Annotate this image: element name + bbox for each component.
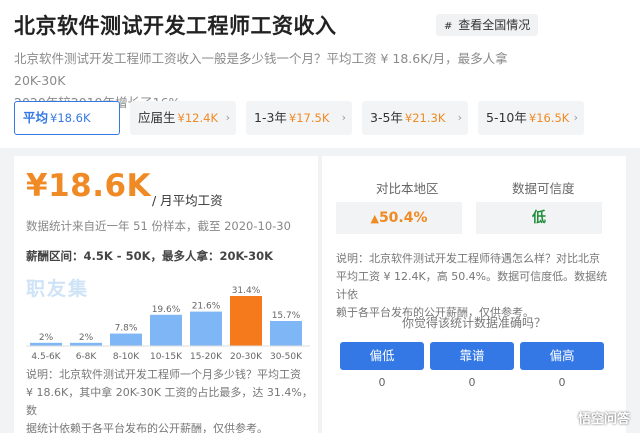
chart-desc-line: 说明：北京软件测试开发工程师一个月多少钱？平均工资 [26,368,301,381]
chart-desc-line: 据统计依赖于各平台发布的公开薪酬，仅供参考。 [26,422,268,433]
view-national-link[interactable]: # 查看全国情况 [436,14,539,36]
category-label: 4.5-6K [31,352,61,362]
compare-desc-line: 说明：北京软件测试开发工程师待遇怎么样？对比北京 [336,252,600,265]
bar-value-label: 31.4% [232,286,261,296]
chevron-right-icon: › [457,111,462,124]
summary-line-1: 北京软件测试开发工程师工资收入一般是多少钱一个月？平均工资 ¥ 18.6K/月，… [14,51,508,88]
chart-desc-line: ¥ 18.6K，其中拿 20K-30K 工资的占比最多，达 31.4%，数 [26,386,313,417]
tab-value: ¥16.5K [528,111,570,125]
vote-high-count: 0 [558,376,566,389]
tab-value: ¥12.4K [177,111,218,125]
bar-15-20K [190,311,222,346]
local-compare-header: 对比本地区 [376,181,439,196]
salary-card: ¥18.6K / 月平均工资 数据统计来自近一年 51 份样本，截至 2020-… [14,156,318,433]
wukong-watermark-text: 悟空问答 [577,412,630,427]
bar-30-50K [270,321,302,346]
tab-label: 5-10年 [486,110,527,125]
category-label: 15-20K [190,352,223,362]
tab-label: 平均 [23,110,49,125]
tab-value: ¥21.3K [404,111,446,125]
compare-desc-line: 平均工资 ¥ 12.4K，高 50.4%。数据可信度低。数据统计依 [336,270,608,301]
chevron-right-icon: › [341,111,346,124]
category-label: 10-15K [150,352,183,362]
sample-note: 数据统计来自近一年 51 份样本，截至 2020-10-30 [26,219,291,233]
average-salary-unit: / 月平均工资 [152,193,223,208]
vote-low-count: 0 [378,376,386,389]
bar-8-10K [110,333,142,346]
tab-label: 3-5年 [370,110,403,125]
bar-value-label: 7.8% [115,324,138,334]
trust-header: 数据可信度 [512,181,575,196]
bar-10-15K [150,314,182,346]
category-label: 6-8K [76,352,98,362]
bar-20-30K [230,296,262,346]
trust-value: 低 [476,202,602,234]
tab-1-3-years[interactable]: 1-3年 ¥17.5K › [246,101,352,135]
tab-label: 应届生 [138,110,176,125]
page-title: 北京软件测试开发工程师工资收入 [14,14,337,38]
bar-value-label: 2% [39,333,54,343]
compare-card: 对比本地区 数据可信度 ▲50.4% 低 说明：北京软件测试开发工程师待遇怎么样… [322,156,626,433]
hash-icon: # [444,21,453,32]
bar-value-label: 15.7% [272,311,301,321]
wukong-watermark: 悟空问答 [559,408,630,427]
vote-accurate-count: 0 [468,376,476,389]
vote-low-button[interactable]: 偏低 [340,342,424,370]
tab-value: ¥17.5K [288,111,330,125]
chevron-right-icon: › [573,111,578,124]
chart-description: 说明：北京软件测试开发工程师一个月多少钱？平均工资 ¥ 18.6K，其中拿 20… [26,366,316,433]
view-national-label: 查看全国情况 [458,18,531,32]
tab-label: 1-3年 [254,110,287,125]
category-label: 8-10K [113,352,140,362]
compare-description: 说明：北京软件测试开发工程师待遇怎么样？对比北京 平均工资 ¥ 12.4K，高 … [336,250,616,322]
bar-value-label: 2% [79,333,94,343]
category-label: 30-50K [270,352,303,362]
tab-fresh-graduate[interactable]: 应届生 ¥12.4K › [130,101,236,135]
accuracy-question: 你觉得该统计数据准确吗？ [401,316,546,330]
arrow-up-icon: ▲ [370,212,379,225]
salary-range: 薪酬区间：4.5K - 50K，最多人拿：20K-30K [26,249,274,263]
bar-value-label: 19.6% [152,305,181,315]
chevron-right-icon: › [225,111,230,124]
category-label: 20-30K [230,352,263,362]
tab-3-5-years[interactable]: 3-5年 ¥21.3K › [362,101,468,135]
tab-5-10-years[interactable]: 5-10年 ¥16.5K › [478,101,584,135]
vote-high-button[interactable]: 偏高 [520,342,604,370]
local-compare-box: ▲50.4% [336,202,462,234]
salary-distribution-chart: 2% 4.5-6K 2% 6-8K 7.8% 8-10K 19.6% 10-15K 21.6% 1… [26,286,310,362]
tab-average[interactable]: 平均 ¥18.6K [14,101,120,135]
vote-accurate-button[interactable]: 靠谱 [430,342,514,370]
bar-value-label: 21.6% [192,302,221,312]
wukong-logo-icon [559,410,576,426]
local-compare-value: 50.4% [378,210,428,226]
tab-value: ¥18.6K [50,111,91,125]
average-salary: ¥18.6K [26,168,152,204]
